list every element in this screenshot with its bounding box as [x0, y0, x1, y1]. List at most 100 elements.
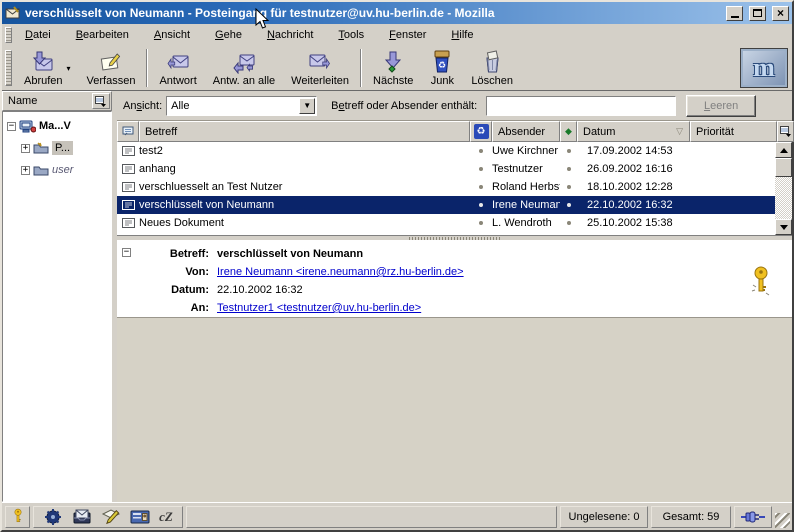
column-header-datum[interactable]: Datum ▽: [577, 121, 690, 142]
column-header-betreff[interactable]: Betreff: [139, 121, 470, 142]
message-row[interactable]: Neues Dokument L. Wendroth 25.10.2002 15…: [117, 214, 777, 232]
message-row-selected[interactable]: verschlüsselt von Neumann Irene Neumann …: [117, 196, 777, 214]
get-mail-dropdown-icon[interactable]: ▾: [67, 64, 71, 73]
menu-gehe[interactable]: Gehe: [206, 26, 251, 44]
junk-status-dot[interactable]: [479, 203, 483, 207]
navigator-icon[interactable]: [43, 508, 63, 526]
unread-count: Ungelesene: 0: [560, 506, 648, 528]
envelope-icon: [122, 218, 135, 228]
reply-all-icon: [231, 50, 257, 74]
compose-button[interactable]: Verfassen: [80, 49, 143, 87]
menu-ansicht[interactable]: Ansicht: [145, 26, 199, 44]
folder-icon: [33, 164, 49, 176]
thread-column-picker-icon[interactable]: [777, 121, 794, 142]
envelope-icon: [122, 200, 135, 210]
window-title: verschlüsselt von Neumann - Posteingang …: [25, 6, 720, 20]
splitter-grippy[interactable]: [409, 237, 501, 240]
online-status-panel[interactable]: [734, 506, 772, 528]
menu-bearbeiten[interactable]: Bearbeiten: [67, 26, 138, 44]
statusbar: cZ Ungelesene: 0 Gesamt: 59: [2, 502, 792, 530]
envelope-icon: [122, 182, 135, 192]
minimize-button[interactable]: [726, 6, 743, 21]
menu-datei[interactable]: Datei: [16, 26, 60, 44]
menu-tools[interactable]: Tools: [329, 26, 373, 44]
user-folder-label: user: [52, 164, 73, 176]
read-status-dot[interactable]: [567, 221, 571, 225]
forward-icon: [307, 50, 333, 74]
date-label: Datum:: [117, 284, 217, 296]
collapse-twisty-icon[interactable]: −: [7, 122, 16, 131]
column-header-absender[interactable]: Absender: [492, 121, 560, 142]
composer-icon[interactable]: [101, 508, 121, 526]
view-search-bar: Ansicht: Alle ▼ Betreff oder Absender en…: [117, 91, 792, 121]
chatzilla-icon[interactable]: cZ: [159, 509, 173, 525]
tree-item-inbox[interactable]: + P...: [3, 137, 111, 159]
toolbar-grippy[interactable]: [5, 50, 12, 86]
get-mail-button[interactable]: Abrufen ▾: [17, 49, 78, 87]
folder-column-header[interactable]: Name: [2, 91, 112, 111]
mail-component-icon[interactable]: [72, 508, 92, 526]
reply-all-button[interactable]: Antw. an alle: [206, 49, 282, 87]
message-row[interactable]: verschluesselt an Test Nutzer Roland Her…: [117, 178, 777, 196]
sort-descending-icon: ▽: [676, 126, 683, 137]
thread-column-icon: [122, 126, 135, 137]
delete-button[interactable]: Löschen: [464, 49, 520, 87]
mail-toolbar: Abrufen ▾ Verfassen Antwort: [2, 46, 792, 91]
reply-button[interactable]: Antwort: [152, 49, 203, 87]
thread-column-button[interactable]: [117, 121, 139, 142]
column-header-prioritaet[interactable]: Priorität: [690, 121, 777, 142]
close-button[interactable]: ×: [772, 6, 789, 21]
tree-item-user[interactable]: + user: [3, 159, 111, 181]
folder-column-label: Name: [8, 95, 37, 107]
address-book-icon[interactable]: [130, 508, 150, 526]
forward-button[interactable]: Weiterleiten: [284, 49, 356, 87]
message-date: 22.10.2002 16:32: [217, 284, 303, 296]
total-count: Gesamt: 59: [651, 506, 731, 528]
thread-list-scrollbar[interactable]: [775, 142, 792, 235]
read-status-dot[interactable]: [567, 149, 571, 153]
menu-fenster[interactable]: Fenster: [380, 26, 435, 44]
mail-app-icon: [5, 6, 21, 21]
quick-search-input[interactable]: [486, 96, 676, 116]
resize-grip[interactable]: [775, 513, 790, 528]
security-panel[interactable]: [5, 506, 30, 528]
encryption-key-icon[interactable]: [750, 265, 772, 299]
from-address-link[interactable]: Irene Neumann <irene.neumann@rz.hu-berli…: [217, 266, 464, 278]
menu-hilfe[interactable]: Hilfe: [442, 26, 482, 44]
read-status-dot[interactable]: [567, 203, 571, 207]
scrollbar-thumb[interactable]: [775, 158, 792, 177]
menubar-grippy[interactable]: [5, 27, 12, 43]
junk-status-dot[interactable]: [479, 185, 483, 189]
titlebar[interactable]: verschlüsselt von Neumann - Posteingang …: [2, 2, 792, 24]
view-select[interactable]: Alle ▼: [166, 96, 317, 116]
get-mail-icon: [30, 50, 56, 74]
to-address-link[interactable]: Testnutzer1 <testnutzer@uv.hu-berlin.de>: [217, 302, 421, 314]
message-row[interactable]: test2 Uwe Kirchner 17.09.2002 14:53: [117, 142, 777, 160]
expand-twisty-icon[interactable]: +: [21, 166, 30, 175]
tree-item-account[interactable]: − Ma...V: [3, 115, 111, 137]
online-plug-icon: [740, 511, 766, 523]
maximize-button[interactable]: [749, 6, 766, 21]
message-subject: verschlüsselt von Neumann: [217, 248, 363, 260]
scroll-up-icon[interactable]: [775, 142, 792, 158]
collapse-header-twisty-icon[interactable]: −: [122, 248, 131, 257]
scroll-down-icon[interactable]: [775, 219, 792, 235]
junk-status-dot[interactable]: [479, 221, 483, 225]
junk-button[interactable]: ♻ Junk: [422, 49, 462, 87]
security-key-icon: [12, 508, 24, 526]
folder-column-picker-icon[interactable]: [92, 93, 110, 109]
junk-status-dot[interactable]: [479, 149, 483, 153]
mozilla-logo[interactable]: m: [740, 48, 788, 88]
read-status-dot[interactable]: [567, 185, 571, 189]
message-row[interactable]: anhang Testnutzer 26.09.2002 16:16: [117, 160, 777, 178]
next-button[interactable]: Nächste: [366, 49, 420, 87]
read-status-dot[interactable]: [567, 167, 571, 171]
compose-icon: [98, 50, 124, 74]
menu-nachricht[interactable]: Nachricht: [258, 26, 322, 44]
expand-twisty-icon[interactable]: +: [21, 144, 30, 153]
chevron-down-icon[interactable]: ▼: [299, 98, 315, 114]
column-header-junk[interactable]: ♻: [470, 121, 492, 142]
clear-search-button[interactable]: Leeren: [686, 95, 756, 117]
column-header-unread[interactable]: ◆: [560, 121, 577, 142]
junk-status-dot[interactable]: [479, 167, 483, 171]
